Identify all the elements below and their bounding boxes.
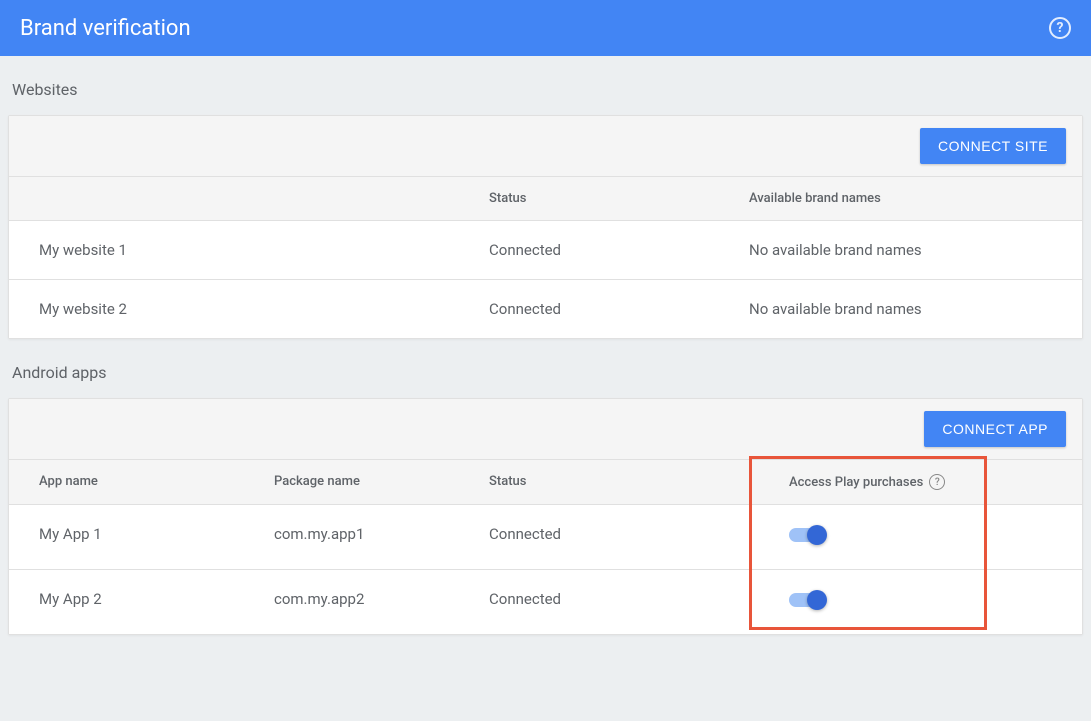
websites-section-title: Websites bbox=[0, 56, 1091, 115]
apps-col-name: App name bbox=[9, 474, 274, 490]
apps-col-package: Package name bbox=[274, 474, 489, 490]
connect-site-button[interactable]: CONNECT SITE bbox=[920, 128, 1066, 164]
website-name: My website 2 bbox=[9, 300, 489, 318]
apps-section-title: Android apps bbox=[0, 339, 1091, 398]
page-header: Brand verification ? bbox=[0, 0, 1091, 56]
table-row: My website 2 Connected No available bran… bbox=[9, 280, 1082, 338]
website-status: Connected bbox=[489, 241, 749, 259]
website-status: Connected bbox=[489, 300, 749, 318]
websites-card-header: CONNECT SITE bbox=[9, 116, 1082, 177]
websites-table-header: Status Available brand names bbox=[9, 177, 1082, 221]
websites-col-status: Status bbox=[489, 191, 749, 206]
app-name: My App 1 bbox=[9, 525, 274, 549]
websites-col-name bbox=[9, 191, 489, 206]
connect-app-button[interactable]: CONNECT APP bbox=[924, 411, 1066, 447]
apps-col-status: Status bbox=[489, 474, 749, 490]
page-title: Brand verification bbox=[20, 16, 191, 41]
website-brand: No available brand names bbox=[749, 300, 1082, 318]
website-name: My website 1 bbox=[9, 241, 489, 259]
app-package: com.my.app2 bbox=[274, 590, 489, 614]
app-status: Connected bbox=[489, 590, 749, 614]
table-row: My website 1 Connected No available bran… bbox=[9, 221, 1082, 280]
help-icon[interactable]: ? bbox=[1049, 17, 1071, 39]
websites-card: CONNECT SITE Status Available brand name… bbox=[8, 115, 1083, 339]
app-status: Connected bbox=[489, 525, 749, 549]
annotation-highlight bbox=[749, 456, 987, 630]
apps-card-header: CONNECT APP bbox=[9, 399, 1082, 460]
content: Websites CONNECT SITE Status Available b… bbox=[0, 56, 1091, 635]
app-name: My App 2 bbox=[9, 590, 274, 614]
app-package: com.my.app1 bbox=[274, 525, 489, 549]
website-brand: No available brand names bbox=[749, 241, 1082, 259]
websites-col-brand: Available brand names bbox=[749, 191, 1082, 206]
